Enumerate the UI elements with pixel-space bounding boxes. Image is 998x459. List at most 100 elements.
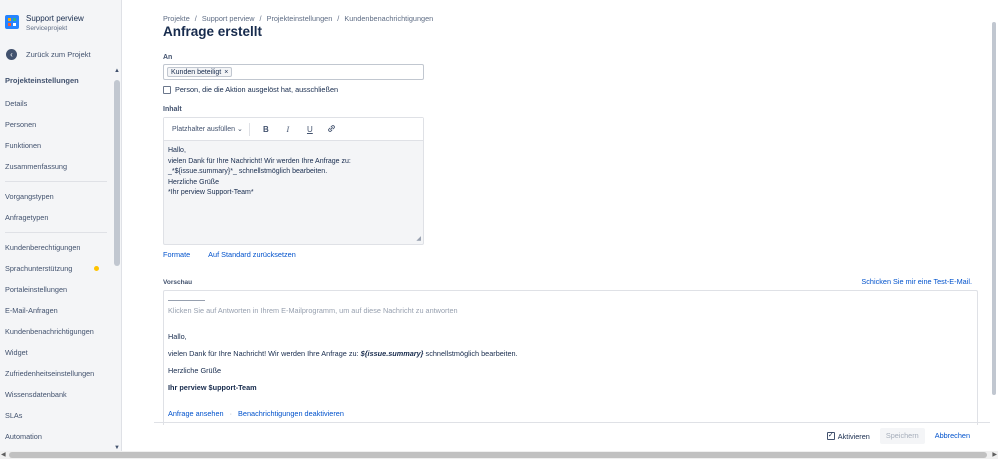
project-name: Support perview (26, 14, 84, 23)
preview-body-end: schnellstmöglich bearbeiten. (423, 349, 518, 358)
breadcrumb-separator: / (337, 14, 340, 23)
breadcrumb-settings[interactable]: Projekteinstellungen (267, 14, 333, 23)
cancel-button[interactable]: Abbrechen (931, 428, 974, 444)
arrow-left-icon: ‹ (6, 49, 17, 60)
sidebar-item-details[interactable]: Details (0, 93, 112, 114)
activate-checkbox[interactable]: ✓ (826, 432, 835, 440)
link-separator: · (229, 409, 233, 418)
content-label: Inhalt (163, 106, 182, 113)
editor-toolbar: Platzhalter ausfüllen ⌄ B I U (164, 118, 423, 141)
footer-divider (154, 422, 998, 423)
preview-variable: ${issue.summary} (360, 349, 424, 358)
recipient-tag[interactable]: Kunden beteiligt × (167, 67, 233, 77)
sidebar-item-personen[interactable]: Personen (0, 114, 112, 135)
editor-line: vielen Dank für Ihre Nachricht! Wir werd… (168, 157, 351, 165)
exclude-actor-checkbox[interactable] (163, 85, 171, 94)
page-title: Anfrage erstellt (163, 24, 263, 39)
send-test-email-link[interactable]: Schicken Sie mir eine Test-E-Mail. (861, 277, 972, 286)
sidebar-item-kundenberechtigungen[interactable]: Kundenberechtigungen (0, 237, 112, 258)
placeholder-dropdown[interactable]: Platzhalter ausfüllen ⌄ (172, 122, 250, 136)
form-footer: ✓ Aktivieren Speichern Abbrechen (826, 428, 974, 444)
editor-line: *Ihr perview Support-Team* (168, 189, 254, 196)
scroll-right-icon[interactable]: ▶ (992, 451, 997, 459)
sidebar-item-funktionen[interactable]: Funktionen (0, 135, 112, 156)
reset-default-link[interactable]: Auf Standard zurücksetzen (208, 250, 296, 259)
preview-greeting: Hallo, (168, 332, 187, 341)
sidebar-scroll-thumb[interactable] (114, 80, 120, 266)
sidebar-scrollbar[interactable]: ▲ ▼ (113, 68, 121, 451)
sidebar-nav: Details Personen Funktionen Zusammenfass… (0, 93, 112, 447)
activate-label: Aktivieren (837, 431, 870, 441)
underline-button[interactable]: U (304, 125, 316, 134)
exclude-actor-label: Person, die die Aktion ausgelöst hat, au… (175, 85, 339, 94)
editor-links: Formate Auf Standard zurücksetzen (163, 250, 296, 259)
project-sidebar: Support perview Serviceprojekt ‹ Zurück … (0, 0, 122, 451)
breadcrumb-separator: / (194, 14, 197, 23)
preview-signature: Ihr perview $upport-Team (168, 383, 257, 392)
view-request-link[interactable]: Anfrage ansehen (168, 409, 224, 418)
scroll-up-icon[interactable]: ▲ (114, 68, 120, 74)
horizontal-scrollbar[interactable]: ◀ ▶ (0, 451, 998, 459)
sidebar-item-email-anfragen[interactable]: E-Mail-Anfragen (0, 300, 112, 321)
sidebar-item-sprachunterstuetzung[interactable]: Sprachunterstützung (0, 258, 112, 279)
project-avatar-icon (5, 15, 19, 29)
email-preview: Klicken Sie auf Antworten in Ihrem E-Mai… (163, 290, 978, 425)
placeholder-dropdown-label: Platzhalter ausfüllen (172, 125, 236, 133)
chevron-down-icon: ⌄ (237, 125, 243, 133)
sidebar-item-wissensdatenbank[interactable]: Wissensdatenbank (0, 384, 112, 405)
recipients-field[interactable]: Kunden beteiligt × (163, 64, 424, 80)
back-to-project-link[interactable]: ‹ Zurück zum Projekt (6, 49, 91, 60)
editor-line: Herzliche Grüße (168, 178, 219, 186)
sidebar-item-widget[interactable]: Widget (0, 342, 112, 363)
sidebar-item-anfragetypen[interactable]: Anfragetypen (0, 207, 112, 228)
main-content: Projekte / Support perview / Projekteins… (122, 0, 998, 451)
sidebar-item-zufriedenheitseinstellungen[interactable]: Zufriedenheitseinstellungen (0, 363, 112, 384)
editor-line: _*${issue.summary}*_ schnellstmöglich be… (168, 168, 328, 175)
preview-label: Vorschau (163, 279, 193, 286)
breadcrumb-separator: / (259, 14, 262, 23)
disable-notifications-link[interactable]: Benachrichtigungen deaktivieren (238, 409, 344, 418)
italic-button[interactable]: I (282, 125, 294, 134)
breadcrumb-projekte[interactable]: Projekte (163, 14, 190, 23)
resize-handle-icon[interactable]: ◢ (416, 235, 421, 242)
breadcrumb-project[interactable]: Support perview (202, 14, 255, 23)
page-scrollbar[interactable] (990, 0, 998, 451)
breadcrumb: Projekte / Support perview / Projekteins… (163, 14, 433, 23)
preview-reply-hint: Klicken Sie auf Antworten in Ihrem E-Mai… (168, 306, 458, 315)
message-editor[interactable]: Platzhalter ausfüllen ⌄ B I U Hallo, vie… (163, 117, 424, 245)
sidebar-item-kundenbenachrichtigungen[interactable]: Kundenbenachrichtigungen (0, 321, 112, 342)
preview-links: Anfrage ansehen · Benachrichtigungen deakt… (168, 409, 344, 418)
editor-line: Hallo, (168, 147, 186, 154)
preview-body-start: vielen Dank für Ihre Nachricht! Wir werd… (168, 349, 361, 358)
project-type: Serviceprojekt (26, 25, 68, 32)
save-button[interactable]: Speichern (879, 428, 925, 444)
formats-link[interactable]: Formate (163, 250, 190, 259)
horizontal-scroll-thumb[interactable] (9, 452, 987, 458)
bold-button[interactable]: B (260, 125, 272, 134)
breadcrumb-notifications[interactable]: Kundenbenachrichtigungen (344, 14, 433, 23)
recipients-label: An (163, 54, 173, 61)
scroll-left-icon[interactable]: ◀ (1, 451, 6, 459)
project-header[interactable]: Support perview Serviceprojekt (5, 13, 84, 33)
sidebar-section-title: Projekteinstellungen (5, 76, 79, 85)
editor-body[interactable]: Hallo, vielen Dank für Ihre Nachricht! W… (164, 141, 423, 204)
sidebar-item-vorgangstypen[interactable]: Vorgangstypen (0, 186, 112, 207)
sidebar-item-label: Sprachunterstützung (5, 264, 73, 273)
sidebar-divider (5, 232, 107, 233)
sidebar-item-automation[interactable]: Automation (0, 426, 112, 447)
exclude-actor-option[interactable]: Person, die die Aktion ausgelöst hat, au… (163, 85, 338, 94)
sidebar-divider (5, 181, 107, 182)
sidebar-item-slas[interactable]: SLAs (0, 405, 112, 426)
preview-body: vielen Dank für Ihre Nachricht! Wir werd… (168, 349, 518, 358)
recipient-tag-label: Kunden beteiligt (171, 68, 222, 76)
back-label: Zurück zum Projekt (26, 50, 91, 59)
sidebar-item-portaleinstellungen[interactable]: Portaleinstellungen (0, 279, 112, 300)
preview-regards: Herzliche Grüße (168, 366, 222, 375)
status-dot-icon (94, 266, 99, 271)
preview-divider (168, 300, 205, 301)
close-icon[interactable]: × (224, 68, 228, 77)
link-icon[interactable] (326, 124, 338, 135)
page-scroll-thumb[interactable] (992, 22, 996, 395)
activate-option[interactable]: ✓ Aktivieren (826, 431, 870, 441)
sidebar-item-zusammenfassung[interactable]: Zusammenfassung (0, 156, 112, 177)
